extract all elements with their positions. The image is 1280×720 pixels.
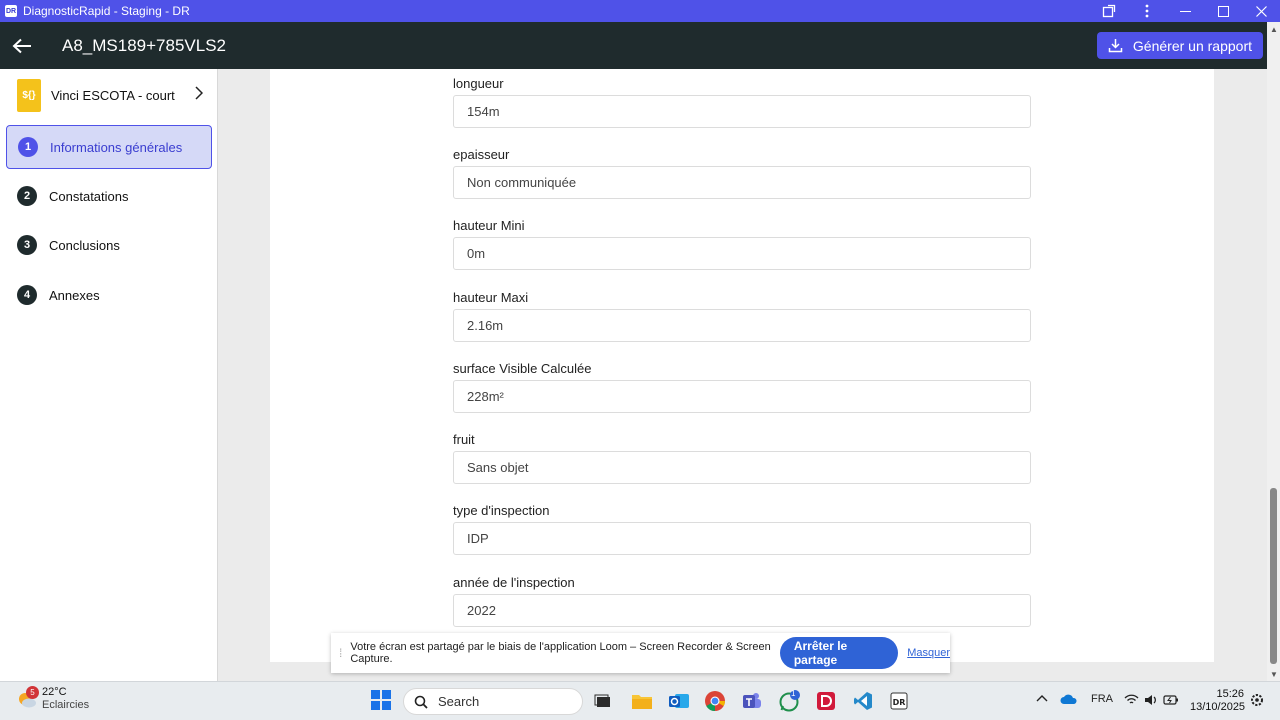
more-menu-icon[interactable] xyxy=(1128,0,1166,22)
sidebar-item-annexes[interactable]: 4 Annexes xyxy=(6,273,212,317)
vscode-icon[interactable] xyxy=(852,690,874,712)
onedrive-icon[interactable] xyxy=(1060,694,1078,708)
step-label: Constatations xyxy=(49,188,129,204)
back-arrow-icon[interactable] xyxy=(0,22,44,69)
field-input-surface-visible[interactable]: 228m² xyxy=(453,380,1031,413)
scroll-down-icon[interactable]: ▼ xyxy=(1270,670,1278,679)
project-selector[interactable]: ${} Vinci ESCOTA - court xyxy=(0,69,217,121)
screen-share-message: Votre écran est partagé par le biais de … xyxy=(350,641,771,665)
language-indicator[interactable]: FRA xyxy=(1091,693,1113,705)
field-input-epaisseur[interactable]: Non communiquée xyxy=(453,166,1031,199)
taskbar: 5 22°C Eclaircies Search 1 DR FRA 15:26 … xyxy=(0,681,1280,720)
field-input-type-inspection[interactable]: IDP xyxy=(453,522,1031,555)
scroll-up-icon[interactable]: ▲ xyxy=(1270,25,1278,34)
whatsapp-badge: 1 xyxy=(791,689,796,698)
extensions-icon[interactable] xyxy=(1090,0,1128,22)
step-number: 1 xyxy=(18,137,38,157)
wifi-icon[interactable] xyxy=(1124,694,1139,709)
sidebar-item-informations-generales[interactable]: 1 Informations générales xyxy=(6,125,212,169)
field-input-fruit[interactable]: Sans objet xyxy=(453,451,1031,484)
volume-icon[interactable] xyxy=(1144,694,1158,709)
chevron-right-icon xyxy=(195,86,203,100)
window-controls xyxy=(1090,0,1280,22)
maximize-icon[interactable] xyxy=(1204,0,1242,22)
screen-share-banner: ⁞ Votre écran est partagé par le biais d… xyxy=(331,633,950,673)
field-label-type-inspection: type d'inspection xyxy=(453,503,550,518)
weather-icon: 5 xyxy=(16,686,39,710)
taskbar-search[interactable]: Search xyxy=(403,688,583,715)
tray-overflow-icon[interactable] xyxy=(1036,693,1048,705)
window-title-bar: DR DiagnosticRapid - Staging - DR xyxy=(0,0,1280,22)
weather-widget[interactable]: 5 22°C Eclaircies xyxy=(16,686,89,712)
weather-temperature: 22°C xyxy=(42,686,67,698)
field-label-longueur: longueur xyxy=(453,76,504,91)
window-title: DiagnosticRapid - Staging - DR xyxy=(23,4,190,18)
field-label-surface-visible: surface Visible Calculée xyxy=(453,361,592,376)
whatsapp-icon[interactable]: 1 xyxy=(778,689,800,712)
sidebar-item-constatations[interactable]: 2 Constatations xyxy=(6,174,212,218)
search-label: Search xyxy=(438,694,480,709)
sidebar-item-conclusions[interactable]: 3 Conclusions xyxy=(6,223,212,267)
battery-charging-icon[interactable] xyxy=(1163,694,1179,709)
scroll-thumb[interactable] xyxy=(1270,488,1277,664)
step-label: Conclusions xyxy=(49,237,120,253)
project-name: Vinci ESCOTA - court xyxy=(51,87,175,103)
weather-badge: 5 xyxy=(26,686,39,699)
search-icon xyxy=(414,695,428,709)
sidebar: ${} Vinci ESCOTA - court 1 Informations … xyxy=(0,69,218,681)
generate-report-label: Générer un rapport xyxy=(1132,37,1252,54)
generate-report-button[interactable]: Générer un rapport xyxy=(1096,32,1263,59)
diagnosticrapid-taskbar-icon[interactable]: DR xyxy=(888,690,910,712)
main-content: longueur 154m epaisseur Non communiquée … xyxy=(218,69,1267,681)
step-label: Annexes xyxy=(49,287,100,303)
page-title: A8_MS189+785VLS2 xyxy=(62,35,226,55)
teams-icon[interactable] xyxy=(741,690,763,712)
taskbar-clock[interactable]: 15:26 13/10/2025 xyxy=(1190,688,1246,714)
project-file-icon: ${} xyxy=(17,78,41,112)
clock-time: 15:26 xyxy=(1216,688,1244,700)
app-logo-icon: DR xyxy=(5,5,17,17)
stop-sharing-button[interactable]: Arrêter le partage xyxy=(779,637,899,669)
svg-text:DR: DR xyxy=(893,698,906,707)
drag-handle-icon[interactable]: ⁞ xyxy=(339,646,342,660)
field-label-hauteur-maxi: hauteur Maxi xyxy=(453,290,529,305)
field-label-fruit: fruit xyxy=(453,432,475,447)
notification-settings-icon[interactable] xyxy=(1250,692,1264,711)
outlook-icon[interactable] xyxy=(668,690,690,712)
step-label: Informations générales xyxy=(50,139,183,155)
field-label-epaisseur: epaisseur xyxy=(453,147,510,162)
field-input-annee-inspection[interactable]: 2022 xyxy=(453,594,1031,627)
field-input-hauteur-mini[interactable]: 0m xyxy=(453,237,1031,270)
hide-banner-link[interactable]: Masquer xyxy=(907,647,950,659)
field-input-hauteur-maxi[interactable]: 2.16m xyxy=(453,309,1031,342)
step-number: 2 xyxy=(17,186,37,206)
file-explorer-icon[interactable] xyxy=(631,690,653,712)
minimize-icon[interactable] xyxy=(1166,0,1204,22)
field-label-annee-inspection: année de l'inspection xyxy=(453,575,575,590)
download-icon xyxy=(1108,39,1123,53)
app-header: A8_MS189+785VLS2 Générer un rapport xyxy=(0,22,1280,69)
close-icon[interactable] xyxy=(1242,0,1280,22)
field-input-longueur[interactable]: 154m xyxy=(453,95,1031,128)
clock-date: 13/10/2025 xyxy=(1190,701,1246,713)
task-view-icon[interactable] xyxy=(592,690,614,712)
todoist-icon[interactable] xyxy=(815,690,837,712)
step-number: 4 xyxy=(17,285,37,305)
main-scrollbar[interactable]: ▲ ▼ xyxy=(1267,22,1280,681)
weather-condition: Eclaircies xyxy=(42,699,90,711)
step-number: 3 xyxy=(17,235,37,255)
chrome-icon[interactable] xyxy=(704,690,726,712)
field-label-hauteur-mini: hauteur Mini xyxy=(453,218,525,233)
form-card: longueur 154m epaisseur Non communiquée … xyxy=(270,69,1214,662)
windows-start-icon[interactable] xyxy=(371,690,391,710)
